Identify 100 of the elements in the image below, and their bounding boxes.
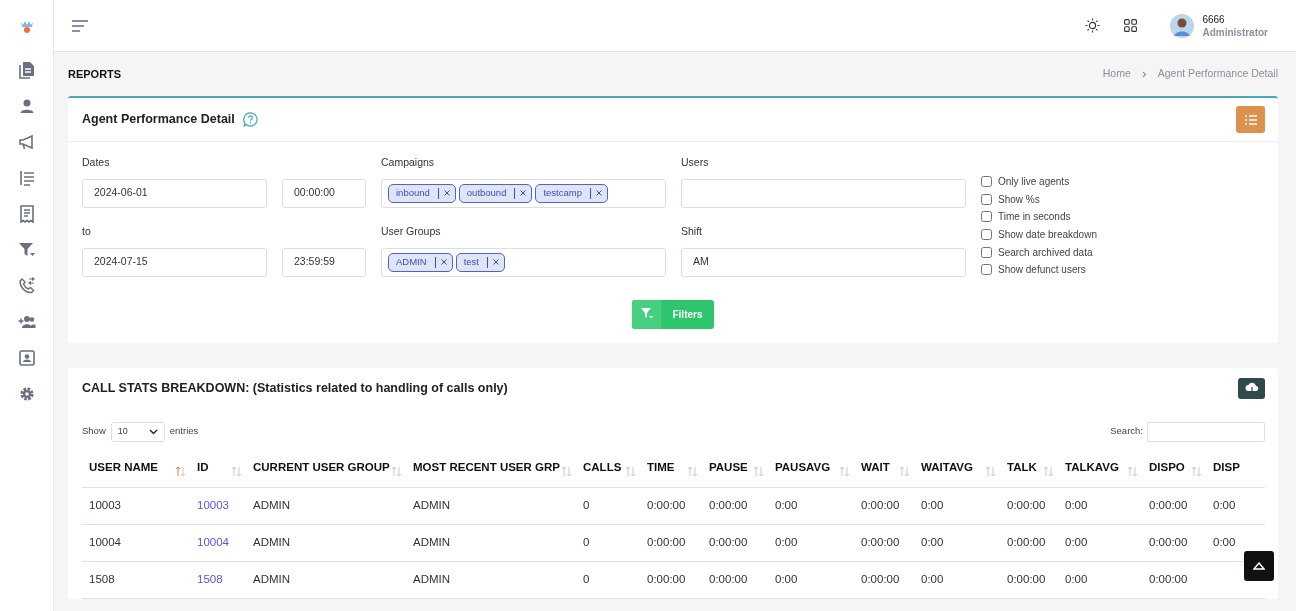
menu-icon[interactable] xyxy=(72,19,89,32)
table-cell: 0:00:00 xyxy=(647,573,686,586)
sun-icon[interactable] xyxy=(1085,18,1101,33)
tag-chip[interactable]: testcamp xyxy=(535,183,608,203)
field-label: Dates xyxy=(82,155,111,170)
card-title: Agent Performance Detail xyxy=(82,111,235,129)
table-cell: 0 xyxy=(583,499,590,512)
table-cell: 0:00:00 xyxy=(861,573,900,586)
tag-select-field[interactable]: ADMIN test xyxy=(381,247,666,277)
user-name: 6666 xyxy=(1202,12,1226,26)
table-cell: 10004 xyxy=(89,536,121,549)
page-title: REPORTS xyxy=(68,66,122,82)
chevron-icon xyxy=(1141,70,1147,78)
column-header[interactable]: TALK xyxy=(1007,459,1037,477)
table-cell: 0:00:00 xyxy=(709,536,748,549)
show-label: Show xyxy=(82,424,106,439)
phone-arrows-icon[interactable] xyxy=(17,277,36,295)
table-cell: 0:00 xyxy=(921,536,944,549)
column-header[interactable]: PAUSE xyxy=(709,459,748,477)
checkbox[interactable] xyxy=(981,176,992,188)
column-header[interactable]: WAITAVG xyxy=(921,459,973,477)
remove-icon[interactable] xyxy=(492,259,499,266)
shift-field[interactable]: AM xyxy=(681,247,966,277)
tag-chip[interactable]: outbound xyxy=(458,183,533,203)
page-size-select[interactable]: 10 xyxy=(110,421,165,442)
remove-icon[interactable] xyxy=(443,190,450,197)
filter-icon xyxy=(640,308,653,321)
remove-icon[interactable] xyxy=(596,190,602,197)
checkbox[interactable] xyxy=(981,264,992,276)
option-label: Show date breakdown xyxy=(998,228,1097,243)
avatar[interactable] xyxy=(1170,13,1195,38)
column-header[interactable]: USER NAME xyxy=(89,459,158,477)
column-header[interactable]: DISPO xyxy=(1149,459,1185,477)
table-cell: 0:00 xyxy=(1065,536,1088,549)
contact-card-icon[interactable] xyxy=(17,349,36,367)
receipt-icon[interactable] xyxy=(17,205,36,223)
help-icon[interactable] xyxy=(242,112,258,127)
table-cell: 0:00:00 xyxy=(709,573,748,586)
checkbox[interactable] xyxy=(981,229,992,241)
add-users-icon[interactable] xyxy=(17,313,36,331)
settings-icon[interactable] xyxy=(17,385,36,403)
table-cell: 0 xyxy=(583,573,590,586)
tag-select-field[interactable]: inbound outbound testcamp xyxy=(381,178,666,208)
date-field[interactable]: 2024-07-15 xyxy=(82,247,267,277)
triangle-up-icon xyxy=(1253,562,1265,570)
time-field[interactable]: 23:59:59 xyxy=(282,247,366,277)
table-cell: 0:00:00 xyxy=(647,536,686,549)
table-cell: 0:00:00 xyxy=(1007,573,1046,586)
table-cell: 1508 xyxy=(89,573,115,586)
tag-chip[interactable]: inbound xyxy=(388,183,456,203)
table-cell: ADMIN xyxy=(413,536,451,549)
checkbox[interactable] xyxy=(981,246,992,258)
search-field[interactable] xyxy=(1147,421,1265,442)
breadcrumb-current: Agent Performance Detail xyxy=(1157,66,1278,82)
sort-icon[interactable] xyxy=(175,465,186,477)
document-icon[interactable] xyxy=(17,61,36,79)
table-cell: 0:00 xyxy=(921,499,944,512)
user-role: Administrator xyxy=(1202,25,1268,39)
table-cell: 0:00 xyxy=(1065,573,1088,586)
column-header[interactable]: PAUSAVG xyxy=(775,459,831,477)
tag-chip[interactable]: test xyxy=(455,252,505,272)
column-header[interactable]: CALLS xyxy=(583,459,622,477)
field-label: Campaigns xyxy=(381,155,436,170)
table-cell: 0:00:00 xyxy=(1007,536,1046,549)
table-cell: ADMIN xyxy=(413,573,451,586)
list-icon[interactable] xyxy=(17,169,36,187)
option-label: Show %s xyxy=(998,192,1040,207)
column-header[interactable]: ID xyxy=(197,459,209,477)
checkbox[interactable] xyxy=(981,211,992,223)
filter-icon[interactable] xyxy=(17,241,36,259)
remove-icon[interactable] xyxy=(440,259,447,266)
table-cell: 0:00 xyxy=(1213,536,1236,549)
cloud-download-button[interactable] xyxy=(1238,377,1265,399)
column-header[interactable]: DISP xyxy=(1213,459,1240,477)
table-cell: 0:00:00 xyxy=(1007,499,1046,512)
scroll-to-top-button[interactable] xyxy=(1244,551,1274,581)
remove-icon[interactable] xyxy=(520,190,527,197)
table-cell: 10003 xyxy=(89,499,121,512)
table-cell: 0:00 xyxy=(1065,499,1088,512)
user-id-link[interactable]: 1508 xyxy=(197,573,223,586)
option-label: Show defunct users xyxy=(998,263,1086,278)
user-id-link[interactable]: 10003 xyxy=(197,499,229,512)
table-cell: 0:00:00 xyxy=(1149,573,1188,586)
apps-grid-icon[interactable] xyxy=(1124,19,1138,32)
user-id-link[interactable]: 10004 xyxy=(197,536,229,549)
table-cell: 0:00:00 xyxy=(709,499,748,512)
column-header[interactable]: WAIT xyxy=(861,459,890,477)
megaphone-icon[interactable] xyxy=(17,133,36,151)
date-field[interactable]: 2024-06-01 xyxy=(82,178,267,208)
tag-chip[interactable]: ADMIN xyxy=(388,252,453,272)
checkbox[interactable] xyxy=(981,193,992,205)
time-field[interactable]: 00:00:00 xyxy=(282,178,366,208)
column-header[interactable]: TIME xyxy=(647,459,675,477)
column-header[interactable]: TALKAVG xyxy=(1065,459,1119,477)
column-header[interactable]: MOST RECENT USER GRP xyxy=(413,459,560,477)
field-label: Users xyxy=(681,155,710,170)
column-header[interactable]: CURRENT USER GROUP xyxy=(253,459,390,477)
chevron-down-icon xyxy=(148,428,158,435)
table-cell: 0 xyxy=(583,536,590,549)
users-field[interactable] xyxy=(681,178,966,208)
